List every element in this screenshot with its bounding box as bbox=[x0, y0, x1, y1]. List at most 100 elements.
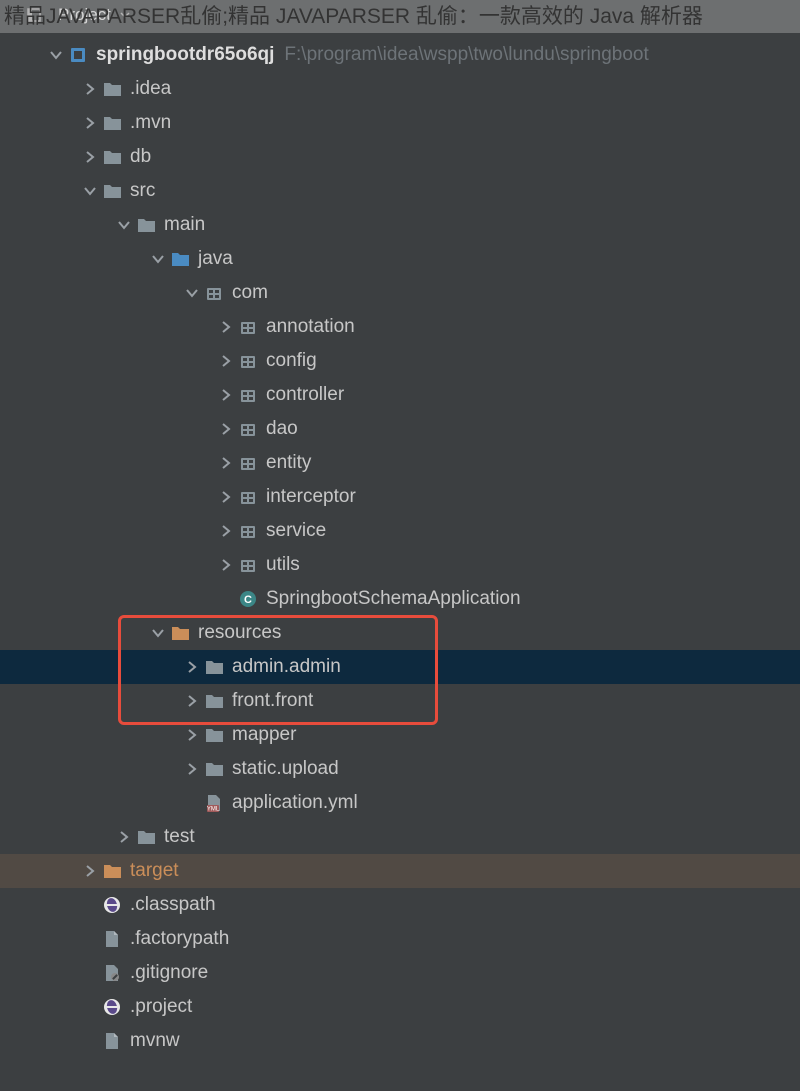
tree-item-interceptor[interactable]: interceptor bbox=[0, 480, 800, 514]
tree-label: target bbox=[130, 860, 179, 882]
tree-item-idea[interactable]: .idea bbox=[0, 72, 800, 106]
chevron-down-icon[interactable] bbox=[116, 217, 132, 233]
chevron-right-icon[interactable] bbox=[218, 523, 234, 539]
tree-item-springboot-app[interactable]: SpringbootSchemaApplication bbox=[0, 582, 800, 616]
tree-label: application.yml bbox=[232, 792, 358, 814]
tree-item-target[interactable]: target bbox=[0, 854, 800, 888]
tree-item-com[interactable]: com bbox=[0, 276, 800, 310]
overlay-text: 精品JAVAPARSER乱偷;精品 JAVAPARSER 乱偷：一款高效的 Ja… bbox=[4, 5, 703, 28]
chevron-down-icon[interactable] bbox=[150, 251, 166, 267]
tree-item-controller[interactable]: controller bbox=[0, 378, 800, 412]
chevron-down-icon[interactable] bbox=[48, 47, 64, 63]
chevron-right-icon[interactable] bbox=[218, 489, 234, 505]
tree-item-dao[interactable]: dao bbox=[0, 412, 800, 446]
project-tree: springbootdr65o6qj F:\program\idea\wspp\… bbox=[0, 38, 800, 1058]
chevron-right-icon[interactable] bbox=[218, 353, 234, 369]
module-icon bbox=[68, 45, 88, 65]
tree-item-db[interactable]: db bbox=[0, 140, 800, 174]
tree-label: entity bbox=[266, 452, 311, 474]
tree-item-entity[interactable]: entity bbox=[0, 446, 800, 480]
chevron-right-icon[interactable] bbox=[218, 557, 234, 573]
tree-path: F:\program\idea\wspp\two\lundu\springboo… bbox=[284, 44, 648, 66]
chevron-right-icon[interactable] bbox=[82, 149, 98, 165]
tree-item-main[interactable]: main bbox=[0, 208, 800, 242]
excluded-folder-icon bbox=[102, 861, 122, 881]
tree-label: mapper bbox=[232, 724, 296, 746]
gitignore-file-icon bbox=[102, 963, 122, 983]
chevron-right-icon[interactable] bbox=[184, 659, 200, 675]
package-icon bbox=[238, 419, 258, 439]
package-icon bbox=[238, 385, 258, 405]
chevron-down-icon[interactable] bbox=[184, 285, 200, 301]
tree-label: springbootdr65o6qj bbox=[96, 44, 274, 66]
folder-icon bbox=[204, 725, 224, 745]
tree-label: db bbox=[130, 146, 151, 168]
tree-item-annotation[interactable]: annotation bbox=[0, 310, 800, 344]
chevron-right-icon[interactable] bbox=[82, 81, 98, 97]
tree-item-config[interactable]: config bbox=[0, 344, 800, 378]
chevron-right-icon[interactable] bbox=[218, 387, 234, 403]
tree-label: interceptor bbox=[266, 486, 356, 508]
tree-label: controller bbox=[266, 384, 344, 406]
tree-item-application-yml[interactable]: application.yml bbox=[0, 786, 800, 820]
chevron-right-icon[interactable] bbox=[184, 727, 200, 743]
tree-item-mapper[interactable]: mapper bbox=[0, 718, 800, 752]
chevron-right-icon[interactable] bbox=[82, 115, 98, 131]
tree-item-static-upload[interactable]: static.upload bbox=[0, 752, 800, 786]
folder-icon bbox=[204, 657, 224, 677]
eclipse-file-icon bbox=[102, 895, 122, 915]
tree-label: .gitignore bbox=[130, 962, 208, 984]
folder-icon bbox=[102, 79, 122, 99]
tree-label: SpringbootSchemaApplication bbox=[266, 588, 521, 610]
tree-item-classpath[interactable]: .classpath bbox=[0, 888, 800, 922]
chevron-right-icon[interactable] bbox=[82, 863, 98, 879]
chevron-right-icon[interactable] bbox=[218, 455, 234, 471]
tree-label: utils bbox=[266, 554, 300, 576]
folder-icon bbox=[204, 691, 224, 711]
tree-label: config bbox=[266, 350, 317, 372]
eclipse-file-icon bbox=[102, 997, 122, 1017]
yml-file-icon bbox=[204, 793, 224, 813]
tree-label: .project bbox=[130, 996, 192, 1018]
folder-icon bbox=[136, 827, 156, 847]
package-icon bbox=[238, 521, 258, 541]
tree-item-admin-admin[interactable]: admin.admin bbox=[0, 650, 800, 684]
chevron-down-icon[interactable] bbox=[82, 183, 98, 199]
folder-icon bbox=[136, 215, 156, 235]
folder-icon bbox=[204, 759, 224, 779]
resources-folder-icon bbox=[170, 623, 190, 643]
tree-label: .factorypath bbox=[130, 928, 229, 950]
tree-label: .mvn bbox=[130, 112, 171, 134]
folder-icon bbox=[102, 113, 122, 133]
tree-item-utils[interactable]: utils bbox=[0, 548, 800, 582]
tree-label: front.front bbox=[232, 690, 313, 712]
tree-label: admin.admin bbox=[232, 656, 341, 678]
tree-label: .classpath bbox=[130, 894, 216, 916]
overlay-title: 精品JAVAPARSER乱偷;精品 JAVAPARSER 乱偷：一款高效的 Ja… bbox=[0, 0, 800, 33]
tree-item-front-front[interactable]: front.front bbox=[0, 684, 800, 718]
chevron-down-icon[interactable] bbox=[150, 625, 166, 641]
tree-item-root[interactable]: springbootdr65o6qj F:\program\idea\wspp\… bbox=[0, 38, 800, 72]
tree-item-gitignore[interactable]: .gitignore bbox=[0, 956, 800, 990]
tree-item-resources[interactable]: resources bbox=[0, 616, 800, 650]
chevron-right-icon[interactable] bbox=[116, 829, 132, 845]
tree-label: static.upload bbox=[232, 758, 339, 780]
folder-icon bbox=[102, 147, 122, 167]
chevron-right-icon[interactable] bbox=[218, 421, 234, 437]
tree-item-mvnw[interactable]: mvnw bbox=[0, 1024, 800, 1058]
tree-item-mvn[interactable]: .mvn bbox=[0, 106, 800, 140]
tree-item-factorypath[interactable]: .factorypath bbox=[0, 922, 800, 956]
tree-label: com bbox=[232, 282, 268, 304]
tree-label: mvnw bbox=[130, 1030, 180, 1052]
tree-item-service[interactable]: service bbox=[0, 514, 800, 548]
chevron-right-icon[interactable] bbox=[184, 693, 200, 709]
chevron-right-icon[interactable] bbox=[184, 761, 200, 777]
tree-item-test[interactable]: test bbox=[0, 820, 800, 854]
tree-label: java bbox=[198, 248, 233, 270]
tree-item-src[interactable]: src bbox=[0, 174, 800, 208]
file-icon bbox=[102, 929, 122, 949]
tree-item-project[interactable]: .project bbox=[0, 990, 800, 1024]
tree-item-java[interactable]: java bbox=[0, 242, 800, 276]
class-icon bbox=[238, 589, 258, 609]
chevron-right-icon[interactable] bbox=[218, 319, 234, 335]
